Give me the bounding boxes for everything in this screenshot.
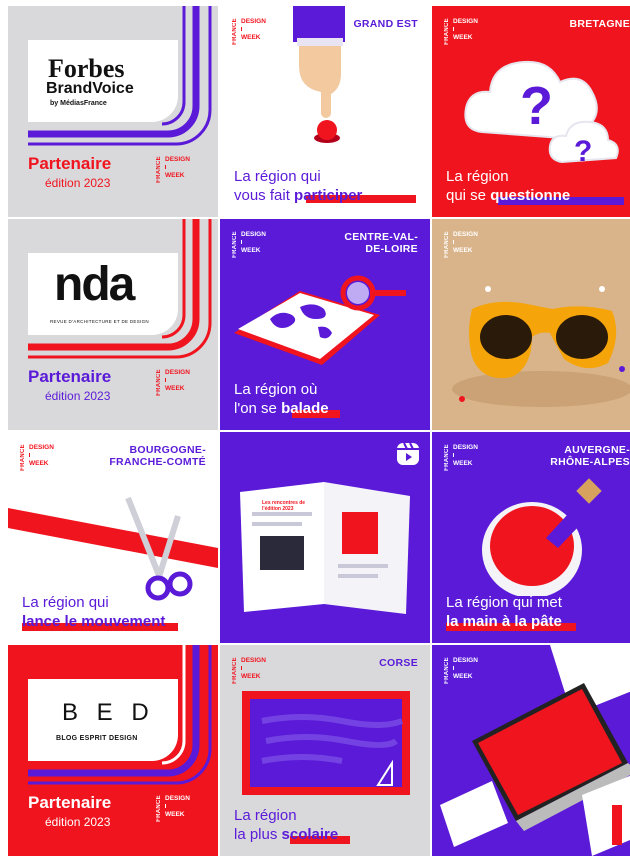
partner-edition: édition 2023 <box>45 815 111 829</box>
tagline: La région qui lance le mouvement <box>22 594 166 630</box>
tile-sunglasses-photo[interactable]: FRANCE DESIGN WEEK <box>432 219 630 430</box>
tile-website-mockup[interactable]: FRANCE DESIGN WEEK <box>432 645 630 856</box>
forbes-logo-card: Forbes BrandVoice by MédiasFrance <box>28 40 178 122</box>
tile-bretagne[interactable]: FRANCE DESIGN WEEK BRETAGNE ? ? La région … <box>432 6 630 217</box>
question-cloud-illustration: ? ? <box>464 60 619 164</box>
partner-edition: édition 2023 <box>45 389 111 403</box>
website-mockup-illustration <box>440 645 630 856</box>
nda-logo-card: nda REVUE D'ARCHITECTURE ET DE DESIGN <box>28 253 178 335</box>
tagline: La région où l'on se balade <box>234 381 329 417</box>
sunglasses-icon <box>452 286 630 407</box>
reels-icon[interactable] <box>396 442 420 466</box>
tagline: La région la plus scolaire <box>234 807 339 843</box>
fdw-logo: FRANCE DESIGN WEEK <box>156 369 190 396</box>
region-name: AUVERGNE- RHÔNE-ALPES <box>550 444 630 468</box>
partner-edition: édition 2023 <box>45 176 111 190</box>
brandvoice-text: BrandVoice <box>46 80 134 97</box>
tagline: La région qui se questionne <box>446 168 571 204</box>
instagram-grid: Forbes BrandVoice by MédiasFrance Parten… <box>0 0 630 856</box>
bed-subtitle: BLOG ESPRIT DESIGN <box>56 735 138 742</box>
fdw-logo: FRANCE DESIGN WEEK <box>156 156 190 183</box>
magazine-illustration <box>240 482 410 614</box>
tile-forbes-partner[interactable]: Forbes BrandVoice by MédiasFrance Parten… <box>8 6 218 217</box>
nda-logo: nda <box>54 258 135 311</box>
svg-text:?: ? <box>574 135 592 164</box>
tile-bourgogne[interactable]: FRANCE DESIGN WEEK BOURGOGNE- FRANCHE-COMTÉ… <box>8 432 218 643</box>
partner-title: Partenaire <box>28 793 112 812</box>
fdw-logo: FRANCE DESIGN WEEK <box>232 18 266 45</box>
region-name: CORSE <box>379 657 418 669</box>
tile-centre-val-de-loire[interactable]: FRANCE DESIGN WEEK CENTRE-VAL- DE-LOIRE La … <box>220 219 430 430</box>
bed-logo: B E D <box>62 699 155 726</box>
paint-bucket-illustration <box>482 478 602 596</box>
blackboard-illustration <box>242 691 410 795</box>
nda-subtitle: REVUE D'ARCHITECTURE ET DE DESIGN <box>50 319 149 324</box>
fdw-logo: FRANCE DESIGN WEEK <box>20 444 54 471</box>
fdw-logo: FRANCE DESIGN WEEK <box>232 231 266 258</box>
partner-title: Partenaire <box>28 367 112 386</box>
tile-corse[interactable]: FRANCE DESIGN WEEK CORSE La région la plus… <box>220 645 430 856</box>
bed-logo-card: B E D BLOG ESPRIT DESIGN <box>28 679 178 761</box>
tagline: La région qui met la main à la pâte <box>446 594 562 630</box>
region-name: CENTRE-VAL- DE-LOIRE <box>344 231 418 255</box>
tile-nda-partner[interactable]: nda REVUE D'ARCHITECTURE ET DE DESIGN Pa… <box>8 219 218 430</box>
partner-title: Partenaire <box>28 154 112 173</box>
fdw-logo: FRANCE DESIGN WEEK <box>444 444 478 471</box>
tile-auvergne[interactable]: FRANCE DESIGN WEEK AUVERGNE- RHÔNE-ALPES La… <box>432 432 630 643</box>
mediasfrance-text: by MédiasFrance <box>50 100 107 107</box>
region-name: BOURGOGNE- FRANCHE-COMTÉ <box>109 444 206 468</box>
svg-text:?: ? <box>520 76 553 136</box>
fdw-logo: FRANCE DESIGN WEEK <box>156 795 190 822</box>
magazine-title: Les rencontres de l'édition 2023 <box>262 500 306 512</box>
region-name: BRETAGNE <box>569 18 630 30</box>
tile-bed-partner[interactable]: B E D BLOG ESPRIT DESIGN Partenaire édit… <box>8 645 218 856</box>
pointing-hand-illustration <box>293 6 345 143</box>
tile-magazine-video[interactable]: Les rencontres de l'édition 2023 <box>220 432 430 643</box>
tile-grand-est[interactable]: FRANCE DESIGN WEEK GRAND EST La région qui… <box>220 6 430 217</box>
map-magnifier-illustration <box>234 275 406 365</box>
tagline: La région qui vous fait participer <box>234 168 363 204</box>
fdw-logo: FRANCE DESIGN WEEK <box>232 657 266 684</box>
scissors-ribbon-illustration <box>8 496 218 601</box>
